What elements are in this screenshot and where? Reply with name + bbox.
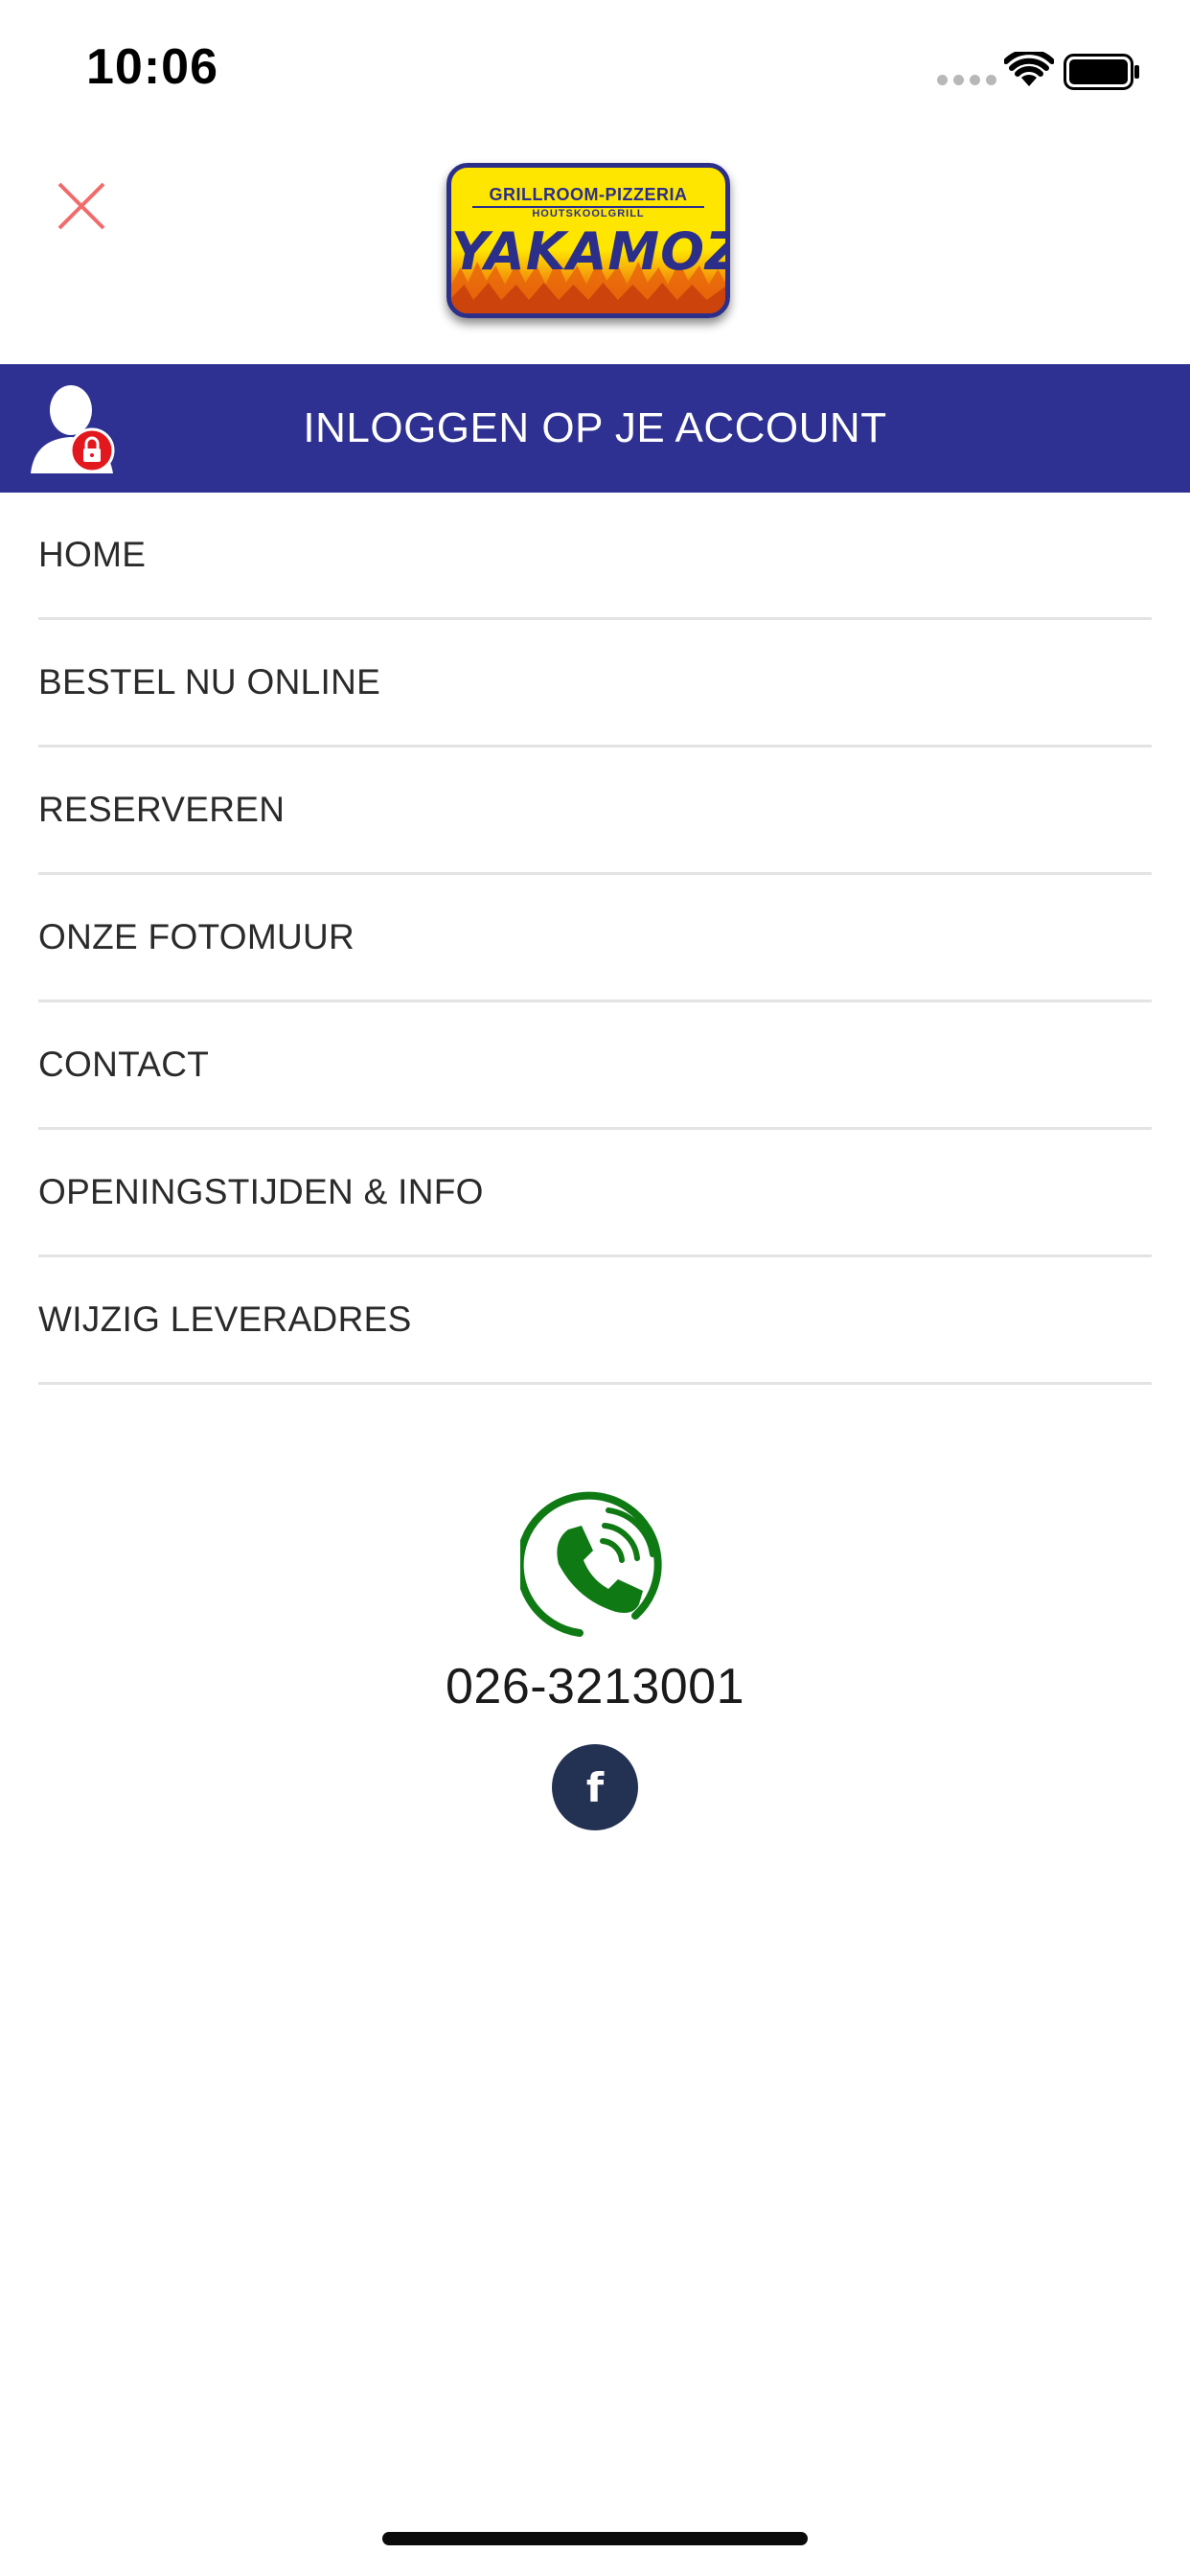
logo-subtitle: HOUTSKOOLGRILL [532,208,645,219]
restaurant-logo: GRILLROOM-PIZZERIA HOUTSKOOLGRILL YAKAMO… [446,163,730,318]
app-screen: 10:06 GRILLROOM-PIZZERIA HOUTSKOOLGRILL … [0,0,1190,2576]
menu-item-label: BESTEL NU ONLINE [38,662,381,702]
battery-icon [1064,54,1139,90]
menu-item-label: RESERVEREN [38,790,286,829]
logo-tagline: GRILLROOM-PIZZERIA [489,185,688,204]
facebook-icon: f [585,1763,605,1811]
header: GRILLROOM-PIZZERIA HOUTSKOOLGRILL YAKAMO… [0,144,1190,364]
login-account-button[interactable]: INLOGGEN OP JE ACCOUNT [0,364,1190,493]
status-bar: 10:06 [0,0,1190,144]
menu-item-change-delivery-address[interactable]: WIJZIG LEVERADRES [38,1257,1152,1385]
navigation-menu: HOME BESTEL NU ONLINE RESERVEREN ONZE FO… [38,493,1152,1385]
menu-item-photo-wall[interactable]: ONZE FOTOMUUR [38,875,1152,1002]
login-label: INLOGGEN OP JE ACCOUNT [303,404,887,451]
menu-item-opening-hours[interactable]: OPENINGSTIJDEN & INFO [38,1130,1152,1257]
status-time: 10:06 [86,39,218,95]
home-indicator[interactable] [382,2532,808,2545]
close-icon [57,182,105,230]
menu-item-label: WIJZIG LEVERADRES [38,1300,412,1339]
wifi-icon [1004,52,1054,86]
menu-item-reservations[interactable]: RESERVEREN [38,748,1152,875]
phone-icon[interactable] [520,1491,670,1641]
phone-number[interactable]: 026-3213001 [0,1658,1190,1715]
menu-item-home[interactable]: HOME [38,493,1152,620]
menu-item-label: CONTACT [38,1045,210,1084]
close-button[interactable] [48,172,115,240]
menu-item-label: OPENINGSTIJDEN & INFO [38,1172,484,1211]
logo-brand-name: YAKAMOZ [451,221,730,282]
menu-item-label: HOME [38,535,147,574]
menu-item-contact[interactable]: CONTACT [38,1002,1152,1130]
facebook-button[interactable]: f [552,1744,638,1830]
menu-item-order-online[interactable]: BESTEL NU ONLINE [38,620,1152,748]
menu-item-label: ONZE FOTOMUUR [38,917,355,956]
signal-dots-icon [937,75,996,85]
